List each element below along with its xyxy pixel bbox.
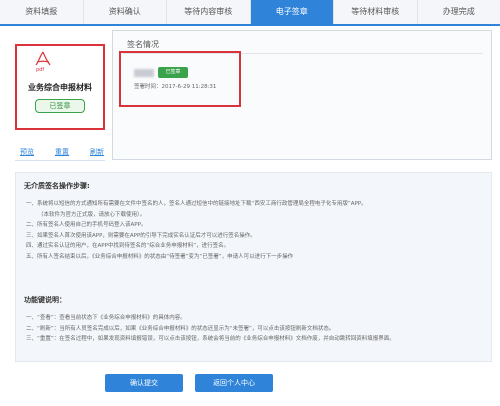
pdf-label: pdf [36, 67, 45, 73]
document-card[interactable]: pdf 业务综合申报材料 已签章 [15, 44, 105, 130]
step-tabs: 资料填报 资料确认 等待内容审核 电子签章 等待材料审核 办理完成 [0, 0, 500, 26]
instructions-steps: 一、系统将以短信的方式通知所有需要在文件中签名的人，签名人通过短信中的链接地址下… [26, 199, 486, 262]
signature-panel: 签名情况 已签章 签署时间：2017-6-29 11:28:31 [112, 30, 492, 160]
document-actions: 预览 重置 刷新 [20, 147, 104, 157]
signature-entry-highlight [119, 51, 241, 107]
step-item: 三、如果签名人首次使用该APP，则需要在APP的引导下完成实名认证后才可以进行签… [26, 232, 256, 239]
step-item: 四、通过实名认证的用户，在APP中找到待签名的“综合业务申报材料”，进行签名。 [26, 243, 230, 249]
tab-material-review[interactable]: 等待材料审核 [334, 0, 418, 24]
function-key-item: 三、“重置”：在签名过程中，如果发现资料填报错误，可以点击该按钮，系统会将当前的… [26, 336, 395, 342]
back-to-personal-center-button[interactable]: 返回个人中心 [195, 374, 273, 392]
function-keys-list: 一、“查看”：查看当前状态下《业务综合申报材料》的具体内容。 二、“刷新”：当所… [26, 313, 486, 345]
instructions-panel: 无介质签名操作步骤: 一、系统将以短信的方式通知所有需要在文件中签名的人，签名人… [15, 172, 492, 362]
signature-status-badge: 已签章 [158, 67, 188, 78]
function-key-item: 一、“查看”：查看当前状态下《业务综合申报材料》的具体内容。 [26, 315, 186, 321]
signature-time: 签署时间：2017-6-29 11:28:31 [134, 82, 216, 90]
instructions-title: 无介质签名操作步骤: [24, 182, 90, 190]
signer-name-blurred [134, 69, 154, 77]
step-item: （本软件为官方正式版，请放心下载使用）。 [38, 211, 146, 218]
reset-link[interactable]: 重置 [55, 147, 69, 157]
signature-panel-title: 签名情况 [127, 40, 159, 49]
signature-time-label: 签署时间： [134, 84, 162, 90]
document-status-badge: 已签章 [35, 99, 85, 113]
tab-content-review[interactable]: 等待内容审核 [167, 0, 251, 24]
preview-link[interactable]: 预览 [20, 147, 34, 157]
step-item: 五、所有人签名结束以后，《业务综合申报材料》的状态由“待签署”变为“已签署”，申… [26, 253, 294, 260]
function-keys-title: 功能键说明： [24, 296, 66, 304]
step-item: 一、系统将以短信的方式通知所有需要在文件中签名的人，签名人通过短信中的链接地址下… [26, 201, 367, 207]
refresh-link[interactable]: 刷新 [90, 147, 104, 157]
function-key-item: 二、“刷新”：当所有人员签名完成以后，如果《业务综合申报材料》的状态还显示为“未… [26, 325, 335, 332]
tab-e-signature[interactable]: 电子签章 [250, 0, 334, 24]
document-divider [15, 160, 105, 161]
tab-complete[interactable]: 办理完成 [418, 0, 500, 24]
submit-button[interactable]: 确认提交 [105, 374, 183, 392]
step-item: 二、所有签名人使用自己的手机号码登入该APP。 [26, 222, 147, 228]
tab-fill[interactable]: 资料填报 [0, 0, 84, 24]
signature-time-value: 2017-6-29 11:28:31 [161, 84, 217, 90]
document-title: 业务综合申报材料 [28, 83, 92, 92]
tab-confirm[interactable]: 资料确认 [84, 0, 167, 24]
